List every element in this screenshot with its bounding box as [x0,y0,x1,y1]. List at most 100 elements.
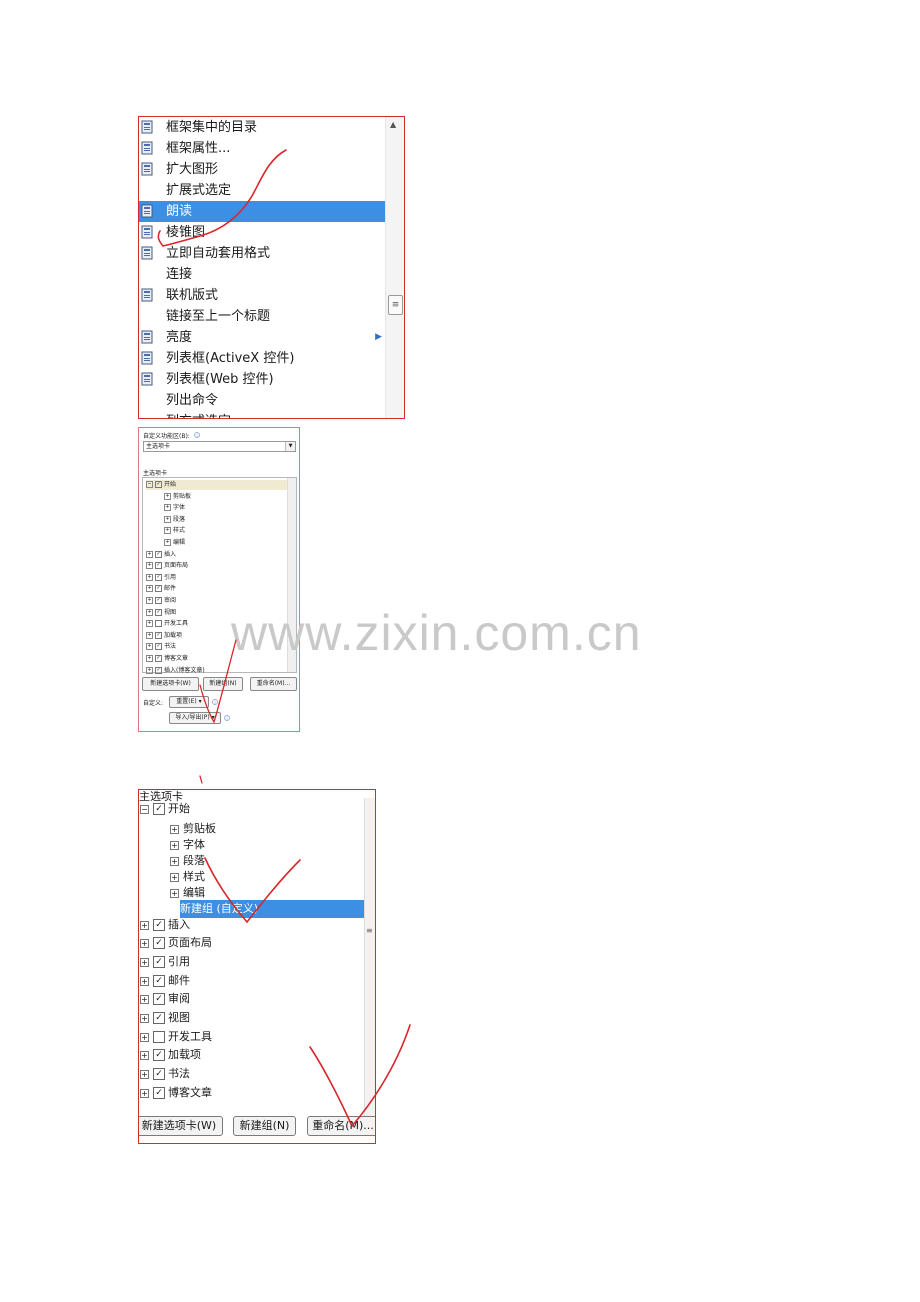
command-list-item[interactable]: 连接 [139,264,386,285]
rename-button[interactable]: 重命名(M)... [307,1116,375,1136]
expand-icon[interactable]: + [140,920,149,930]
tree-item[interactable]: + 样式 [164,526,185,536]
scroll-up-arrow-icon[interactable]: ▲ [390,120,396,129]
new-group-button[interactable]: 新建组(N) [203,677,243,691]
tree-item[interactable]: + ✓ 书法 [140,1065,190,1083]
expand-icon[interactable]: + [146,550,153,558]
command-list-item[interactable]: 列出命令 [139,390,386,411]
new-tab-button[interactable]: 新建选项卡(W) [142,677,199,691]
expand-icon[interactable]: + [146,655,153,662]
reset-button[interactable]: 重置(E) ▾ [169,696,209,708]
expand-icon[interactable]: + [146,562,153,570]
scrollbar-grip-icon[interactable]: ≡ [366,926,373,935]
expand-icon[interactable]: + [170,856,179,866]
ribbon-tree-scrollbar[interactable]: ≡ [364,798,375,1116]
tab-checkbox[interactable]: ✓ [153,803,165,815]
expand-icon[interactable]: + [164,527,171,535]
tab-checkbox[interactable]: ✓ [155,481,162,488]
tab-checkbox[interactable]: ✓ [153,1049,165,1061]
expand-icon[interactable]: + [164,539,171,546]
expand-icon[interactable]: + [140,1088,149,1098]
tab-checkbox[interactable] [153,1031,165,1043]
tree-item[interactable]: + ✓ 博客文章 [146,654,188,664]
tab-checkbox[interactable]: ✓ [155,597,162,604]
new-group-button[interactable]: 新建组(N) [233,1116,296,1136]
tree-item[interactable]: − ✓ 开始 [140,800,190,818]
command-list-item[interactable]: 框架属性... [139,138,386,159]
expand-icon[interactable]: + [140,938,149,948]
command-list-scrollbar[interactable]: ▲ ≡ [385,117,404,418]
tree-item[interactable]: + ✓ 书法 [146,642,176,652]
tree-item[interactable]: + 开发工具 [146,619,188,629]
expand-icon[interactable]: + [164,515,171,523]
rename-button[interactable]: 重命名(M)... [250,677,297,691]
expand-icon[interactable]: + [140,957,149,967]
command-list-item[interactable]: 扩展式选定 [139,180,386,201]
tab-checkbox[interactable]: ✓ [155,608,162,616]
expand-icon[interactable]: + [170,840,179,850]
tree-item[interactable]: + ✓ 引用 [146,573,176,583]
tree-item[interactable]: 新建组 (自定义) [180,900,366,918]
expand-icon[interactable]: + [164,492,171,500]
expand-icon[interactable]: + [140,976,149,986]
expand-icon[interactable]: + [170,888,179,898]
tree-item[interactable]: + ✓ 审阅 [146,596,176,606]
tab-checkbox[interactable]: ✓ [153,1012,165,1024]
tree-item[interactable]: + 段落 [164,515,185,525]
tree-item[interactable]: + 编辑 [164,538,185,548]
command-list-item[interactable]: 立即自动套用格式 [139,243,386,264]
import-export-button[interactable]: 导入/导出(P) ▾ [169,712,221,724]
command-list-item[interactable]: 列表框(Web 控件) [139,369,386,390]
tab-checkbox[interactable]: ✓ [153,975,165,987]
expand-icon[interactable]: + [146,585,153,593]
command-list-item[interactable]: 列表框(ActiveX 控件) [139,348,386,369]
tree-item[interactable]: + ✓ 邮件 [140,972,190,990]
command-list-item[interactable]: 亮度 ▶ [139,327,386,348]
tree-item[interactable]: + 字体 [164,503,185,513]
tree-item[interactable]: + ✓ 插入 [146,550,176,560]
expand-icon[interactable]: + [164,504,171,512]
expand-icon[interactable]: + [170,824,179,834]
collapse-icon[interactable]: − [146,481,153,488]
tab-checkbox[interactable]: ✓ [155,585,162,593]
expand-icon[interactable]: + [170,872,179,882]
command-list-item[interactable]: 框架集中的目录 [139,117,386,138]
ribbon-tabs-combo[interactable]: 主选项卡 ▼ [143,441,296,452]
tab-checkbox[interactable]: ✓ [153,993,165,1005]
tree-item[interactable]: + ✓ 视图 [146,608,176,618]
expand-icon[interactable]: + [140,1013,149,1023]
tab-checkbox[interactable]: ✓ [153,937,165,949]
tree-item[interactable]: + ✓ 邮件 [146,584,176,594]
expand-icon[interactable]: + [140,1032,149,1042]
tree-item[interactable]: + ✓ 引用 [140,953,190,971]
scrollbar-thumb[interactable]: ≡ [388,295,403,315]
tab-checkbox[interactable]: ✓ [155,643,162,651]
tab-checkbox[interactable]: ✓ [155,631,162,639]
tree-item[interactable]: + ✓ 加载项 [146,631,182,641]
expand-icon[interactable]: + [140,994,149,1004]
expand-icon[interactable]: + [140,1050,149,1060]
tab-checkbox[interactable]: ✓ [153,919,165,931]
command-list-item[interactable]: 列方式选定 [139,411,386,418]
tree-item[interactable]: + 剪贴板 [164,492,191,502]
expand-icon[interactable]: + [146,573,153,581]
tree-item[interactable]: + ✓ 插入(博客文章) [146,666,205,676]
tree-item[interactable]: + ✓ 插入 [140,916,190,934]
command-list-item[interactable]: 棱锥图 [139,222,386,243]
tab-checkbox[interactable]: ✓ [153,1087,165,1099]
command-list-item[interactable]: 扩大图形 [139,159,386,180]
tab-checkbox[interactable]: ✓ [153,956,165,968]
expand-icon[interactable]: + [146,666,153,674]
tab-checkbox[interactable]: ✓ [155,655,162,662]
tree-item[interactable]: + ✓ 审阅 [140,990,190,1008]
tab-checkbox[interactable]: ✓ [155,562,162,570]
dropdown-arrow-icon[interactable]: ▼ [285,442,295,451]
command-list-item[interactable]: 链接至上一个标题 [139,306,386,327]
tree-item[interactable]: − ✓ 开始 [146,480,288,490]
command-list-item[interactable]: 朗读 [139,201,386,222]
expand-icon[interactable]: + [146,597,153,604]
new-tab-button[interactable]: 新建选项卡(W) [139,1116,223,1136]
tab-checkbox[interactable]: ✓ [155,550,162,558]
tab-checkbox[interactable]: ✓ [155,666,162,674]
expand-icon[interactable]: + [146,608,153,616]
